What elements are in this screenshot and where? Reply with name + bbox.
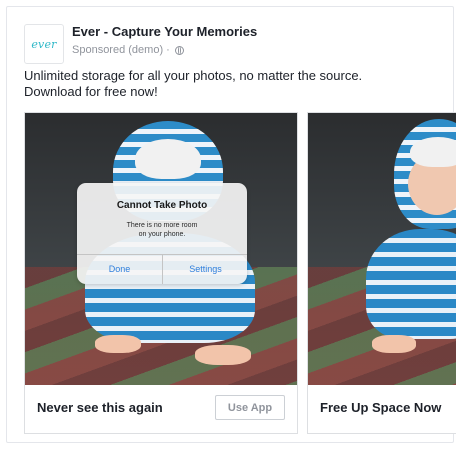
use-app-button[interactable]: Use App (215, 395, 285, 420)
dialog-message: There is no more room on your phone. (77, 221, 247, 239)
advertiser-name[interactable]: Ever - Capture Your Memories (72, 24, 257, 39)
advertiser-logo[interactable]: ever (24, 24, 64, 64)
dialog-message-line-2: on your phone. (138, 231, 186, 238)
globe-icon (174, 45, 184, 55)
dialog-settings-button: Settings (189, 264, 222, 274)
dialog-message-line-1: There is no more room (126, 222, 198, 229)
cannot-take-photo-dialog: Cannot Take Photo There is no more room … (77, 183, 247, 284)
advertiser-logo-text: ever (31, 37, 57, 51)
card-2-photo[interactable] (308, 113, 456, 387)
post-text-line-2: Download for free now! (24, 84, 158, 99)
dialog-done-button: Done (108, 264, 131, 274)
baby-right-hand (195, 345, 251, 365)
card-1-headline[interactable]: Never see this again (37, 400, 163, 415)
baby-left-hand (95, 335, 141, 353)
post-text-line-1: Unlimited storage for all your photos, n… (24, 68, 363, 83)
sponsored-line: Sponsored (demo) · (72, 44, 184, 56)
card-2-footer: Free Up Space Now (308, 385, 456, 433)
carousel-card-2[interactable]: Free Up Space Now (307, 112, 456, 434)
card-2-headline[interactable]: Free Up Space Now (320, 400, 441, 415)
carousel-card-1[interactable]: Cannot Take Photo There is no more room … (24, 112, 298, 434)
post-text: Unlimited storage for all your photos, n… (24, 68, 444, 100)
card-1-footer: Never see this again Use App (25, 385, 297, 433)
sponsored-label: Sponsored (demo) · (72, 44, 170, 56)
baby-hat (410, 137, 456, 167)
baby-body (366, 229, 456, 339)
baby-left-hand (372, 335, 416, 353)
dialog-title: Cannot Take Photo (116, 200, 208, 211)
baby-hat (135, 139, 201, 179)
card-1-photo[interactable]: Cannot Take Photo There is no more room … (25, 113, 297, 387)
